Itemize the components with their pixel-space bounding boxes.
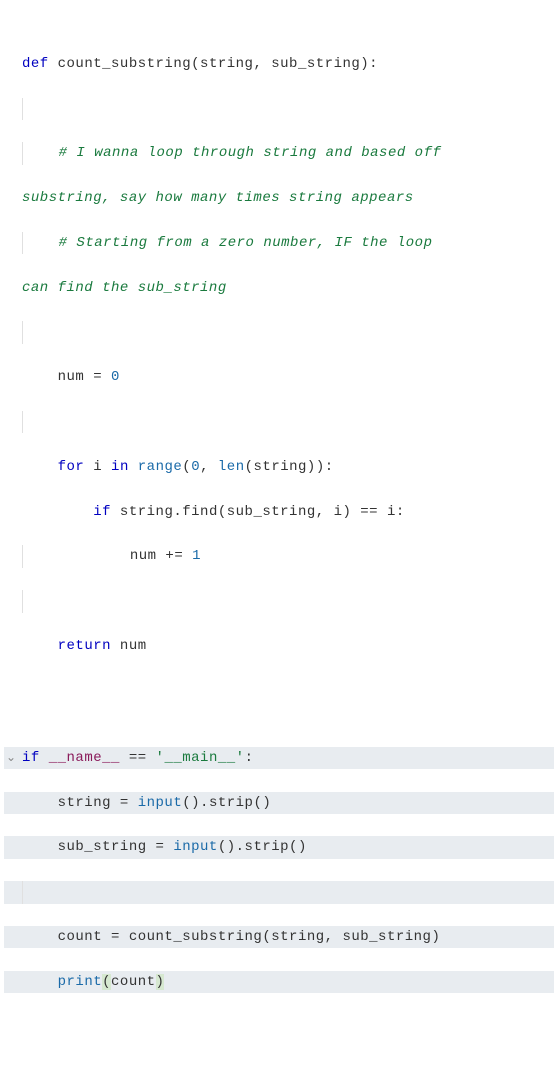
code-line: # I wanna loop through string and based … [4,142,554,164]
keyword-if: if [22,750,40,766]
code-text [22,638,58,654]
code-line: substring, say how many times string app… [4,187,554,209]
code-line: can find the sub_string [4,277,554,299]
code-line: for i in range(0, len(string)): [4,456,554,478]
code-editor: def count_substring(string, sub_string):… [0,0,554,1068]
code-text: num [111,638,147,654]
paren-close: ) [156,974,165,990]
code-text [23,235,59,251]
code-text: ().strip() [182,795,271,811]
code-line: sub_string = input().strip() [4,836,554,858]
code-line: string = input().strip() [4,792,554,814]
code-line: return num [4,635,554,657]
code-text [40,750,49,766]
keyword-for: for [58,459,85,475]
code-text: ( [182,459,191,475]
highlighted-region: ⌄ if __name__ == '__main__': string = inp… [4,725,554,1016]
code-text: num += [23,548,192,564]
dunder-name: __name__ [49,750,120,766]
code-line: # Starting from a zero number, IF the lo… [4,232,554,254]
comment-text: # I wanna loop through string and based … [59,145,442,161]
code-line: ⌄ if __name__ == '__main__': [4,747,554,769]
code-line: num += 1 [4,545,554,567]
function-name: count_substring [49,56,191,72]
code-text: sub_string = [22,839,173,855]
code-text [22,504,93,520]
indent-guide [22,411,23,433]
code-line-blank [4,321,554,343]
keyword-return: return [58,638,111,654]
code-line-blank [4,881,554,903]
string-literal: '__main__' [156,750,245,766]
fold-down-icon[interactable]: ⌄ [6,749,17,768]
code-text [129,459,138,475]
code-text [23,145,59,161]
code-line-blank [4,411,554,433]
keyword-def: def [22,56,49,72]
code-text: (string)): [245,459,334,475]
number-literal: 0 [111,369,120,385]
number-literal: 0 [191,459,200,475]
code-text: string = [22,795,138,811]
code-text: ().strip() [218,839,307,855]
indent-guide [22,98,23,120]
builtin-print: print [58,974,103,990]
code-line: print(count) [4,971,554,993]
builtin-input: input [138,795,183,811]
comment-text: can find the sub_string [22,280,227,296]
code-line: def count_substring(string, sub_string): [4,53,554,75]
number-literal: 1 [192,548,201,564]
code-text: i [84,459,111,475]
code-text: == [120,750,156,766]
indent-guide [22,321,23,343]
indent-guide [22,881,23,903]
builtin-input: input [173,839,218,855]
indent-guide [22,590,23,612]
code-line-blank [4,590,554,612]
builtin-len: len [218,459,245,475]
code-line: if string.find(sub_string, i) == i: [4,501,554,523]
keyword-if: if [93,504,111,520]
code-text: string.find(sub_string, i) == i: [111,504,405,520]
code-text: (string, sub_string): [191,56,378,72]
code-text: , [200,459,218,475]
code-line-blank [4,98,554,120]
comment-text: substring, say how many times string app… [22,190,414,206]
code-line: count = count_substring(string, sub_stri… [4,926,554,948]
code-text: count = count_substring(string, sub_stri… [22,929,440,945]
code-line: num = 0 [4,366,554,388]
keyword-in: in [111,459,129,475]
paren-open: ( [102,974,111,990]
builtin-range: range [138,459,183,475]
code-text [22,459,58,475]
code-text: num = [22,369,111,385]
code-text [22,974,58,990]
code-text: : [245,750,254,766]
code-text: count [111,974,156,990]
comment-text: # Starting from a zero number, IF the lo… [59,235,433,251]
